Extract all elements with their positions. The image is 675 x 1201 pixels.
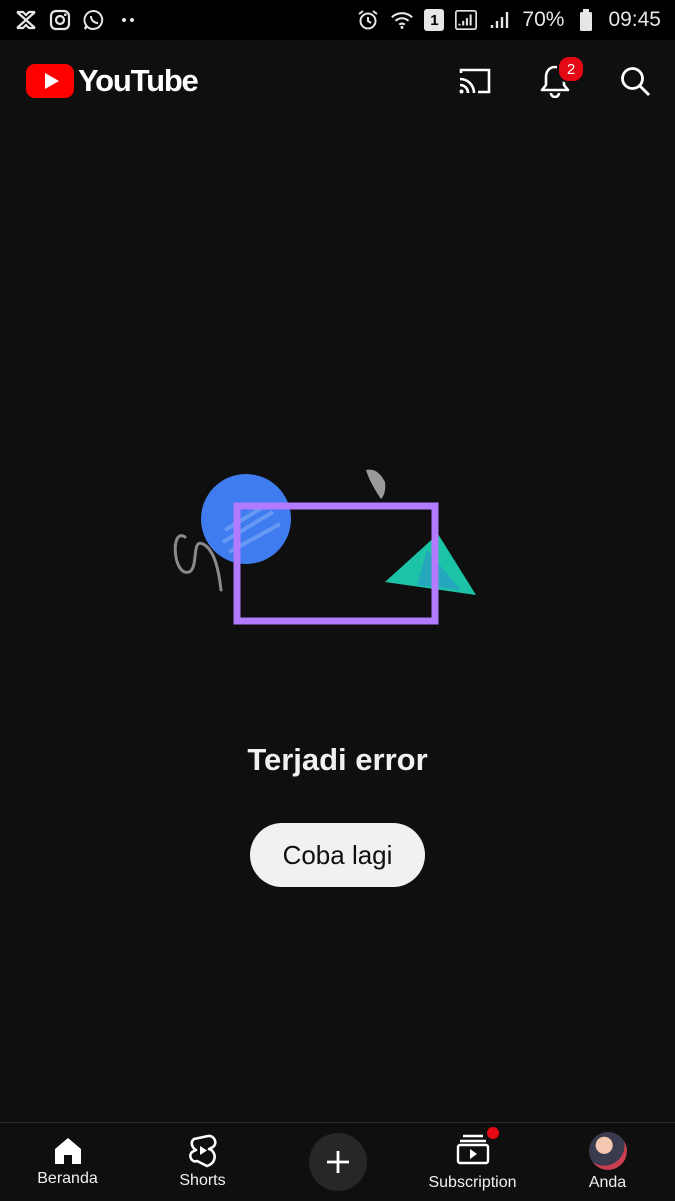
error-title: Terjadi error	[247, 742, 428, 777]
create-button[interactable]	[308, 1133, 367, 1191]
shorts-icon	[188, 1134, 216, 1168]
status-bar: 1 70% 09:45	[0, 0, 675, 40]
nav-shorts[interactable]: Shorts	[143, 1123, 263, 1201]
header-actions: 2	[457, 55, 653, 99]
nav-subscriptions[interactable]: Subscription	[413, 1123, 533, 1201]
avatar	[588, 1132, 627, 1170]
retry-button[interactable]: Coba lagi	[250, 823, 425, 887]
whatsapp-icon	[82, 8, 106, 32]
search-icon	[621, 67, 650, 96]
cast-button[interactable]	[457, 63, 493, 99]
instagram-icon	[48, 8, 72, 32]
error-illustration	[173, 469, 476, 625]
search-button[interactable]	[617, 63, 653, 99]
battery-percent: 70%	[522, 8, 565, 31]
youtube-play-logo-icon	[26, 64, 74, 98]
nav-shorts-label: Shorts	[179, 1172, 226, 1189]
subscriptions-icon-wrap	[455, 1126, 499, 1170]
status-left-icons	[14, 8, 140, 32]
subscriptions-icon	[456, 1134, 489, 1164]
nav-create[interactable]	[278, 1123, 398, 1201]
wifi-icon	[390, 8, 414, 32]
signal-icon	[488, 8, 512, 32]
new-content-dot	[486, 1126, 499, 1139]
create-plus-icon	[326, 1151, 349, 1173]
alarm-icon	[356, 8, 380, 32]
more-dots-icon	[116, 8, 140, 32]
home-icon	[54, 1138, 81, 1164]
cast-icon	[459, 68, 491, 94]
capcut-icon	[14, 8, 38, 32]
clock: 09:45	[608, 8, 661, 31]
sim-slot-label: 1	[430, 11, 439, 29]
bottom-navigation: Beranda Shorts Subscription Anda	[0, 1122, 675, 1201]
notifications-button[interactable]: 2	[537, 55, 585, 99]
battery-icon	[574, 8, 598, 32]
nav-you-label: Anda	[588, 1174, 627, 1191]
signal-icon	[454, 8, 478, 32]
status-right-icons: 1 70% 09:45	[356, 8, 661, 32]
nav-you[interactable]: Anda	[548, 1123, 668, 1201]
nav-subscriptions-label: Subscription	[428, 1173, 517, 1191]
nav-home-label: Beranda	[37, 1170, 98, 1187]
nav-home[interactable]: Beranda	[8, 1123, 128, 1201]
sim-icon: 1	[424, 9, 445, 31]
youtube-logo[interactable]: YouTube	[26, 63, 199, 99]
notification-badge: 2	[557, 55, 585, 83]
app-header: YouTube 2	[0, 40, 675, 122]
logo-text: YouTube	[78, 63, 199, 98]
